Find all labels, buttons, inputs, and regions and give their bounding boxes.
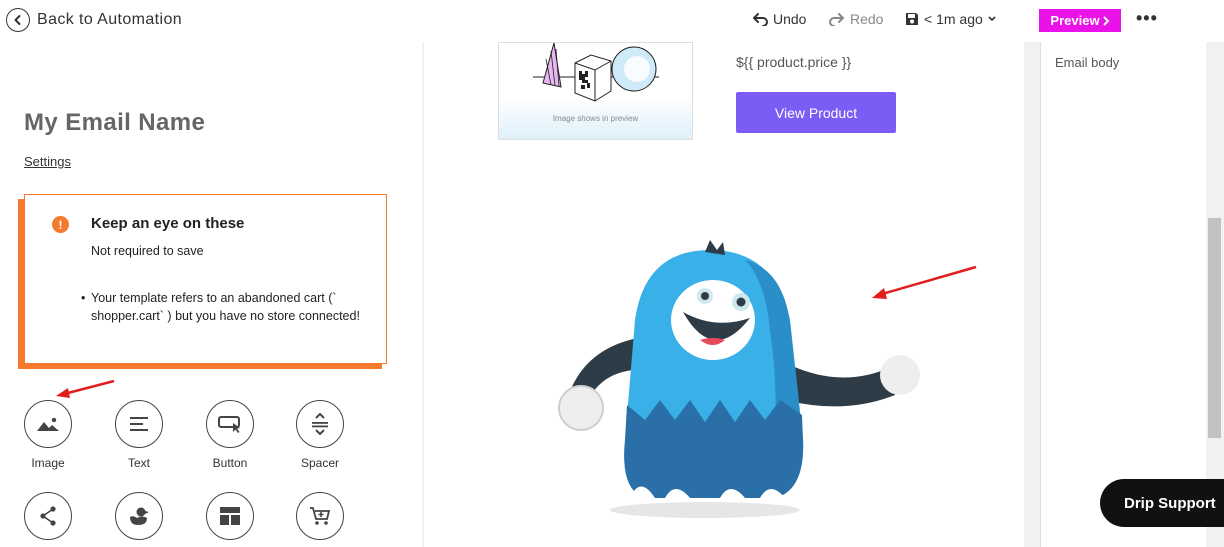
tool-label: Image	[31, 456, 65, 470]
chevron-down-icon	[988, 16, 996, 22]
undo-button[interactable]: Undo	[752, 11, 806, 27]
text-icon	[115, 400, 163, 448]
warning-title: Keep an eye on these	[91, 215, 245, 232]
tool-label: Text	[127, 456, 150, 470]
warning-icon: !	[52, 216, 69, 233]
redo-icon	[829, 13, 844, 26]
layout-icon	[206, 492, 254, 540]
right-panel: Email body	[1040, 42, 1206, 547]
settings-link[interactable]: Settings	[24, 154, 71, 169]
email-name-heading: My Email Name	[24, 109, 206, 136]
product-price: ${{ product.price }}	[736, 54, 852, 70]
save-icon	[906, 13, 918, 25]
warning-card: ! Keep an eye on these Not required to s…	[24, 194, 387, 364]
scrollbar-thumb[interactable]	[1208, 218, 1221, 438]
image-icon	[24, 400, 72, 448]
social-block-button[interactable]	[13, 492, 83, 540]
warning-bullet-text: Your template refers to an abandoned car…	[91, 291, 360, 323]
undo-icon	[753, 13, 768, 26]
image-block-button[interactable]: Image	[13, 400, 83, 470]
button-block-button[interactable]: Button	[195, 400, 265, 470]
warning-subtitle: Not required to save	[91, 244, 204, 258]
tool-label: Button	[212, 456, 248, 470]
cart-block-button[interactable]	[285, 492, 355, 540]
preview-label: Preview	[1050, 13, 1100, 28]
duck-block-button[interactable]	[104, 492, 174, 540]
save-status-label: < 1m ago	[924, 11, 983, 27]
placeholder-shapes-icon	[533, 43, 659, 102]
spacer-icon	[296, 400, 344, 448]
tool-label: Spacer	[300, 456, 340, 470]
drip-support-button[interactable]: Drip Support	[1100, 479, 1224, 527]
layout-block-button[interactable]	[195, 492, 265, 540]
top-bar: Back to Automation Undo Redo < 1m ago Pr…	[0, 0, 1224, 42]
preview-button[interactable]: Preview	[1039, 9, 1121, 32]
button-icon	[206, 400, 254, 448]
cart-icon	[296, 492, 344, 540]
view-product-button[interactable]: View Product	[736, 92, 896, 133]
text-block-button[interactable]: Text	[104, 400, 174, 470]
product-image-placeholder[interactable]: Image shows in preview	[498, 42, 693, 140]
duck-icon	[115, 492, 163, 540]
chevron-right-icon	[1102, 15, 1109, 26]
spacer-block-button[interactable]: Spacer	[285, 400, 355, 470]
save-status-dropdown[interactable]: < 1m ago	[905, 11, 1002, 27]
email-body-label[interactable]: Email body	[1055, 55, 1119, 70]
bullet-dot: •	[81, 291, 86, 305]
redo-label: Redo	[850, 11, 884, 27]
warning-bullet: • Your template refers to an abandoned c…	[81, 289, 371, 325]
redo-button[interactable]: Redo	[829, 11, 883, 27]
undo-label: Undo	[773, 11, 807, 27]
share-icon	[24, 492, 72, 540]
back-label: Back to Automation	[37, 11, 183, 28]
image-caption: Image shows in preview	[552, 114, 639, 123]
back-to-automation-link[interactable]: Back to Automation	[6, 8, 182, 32]
left-panel: My Email Name Settings ! Keep an eye on …	[0, 42, 422, 547]
chevron-left-icon	[6, 8, 30, 32]
more-options-icon[interactable]: •••	[1136, 8, 1158, 29]
